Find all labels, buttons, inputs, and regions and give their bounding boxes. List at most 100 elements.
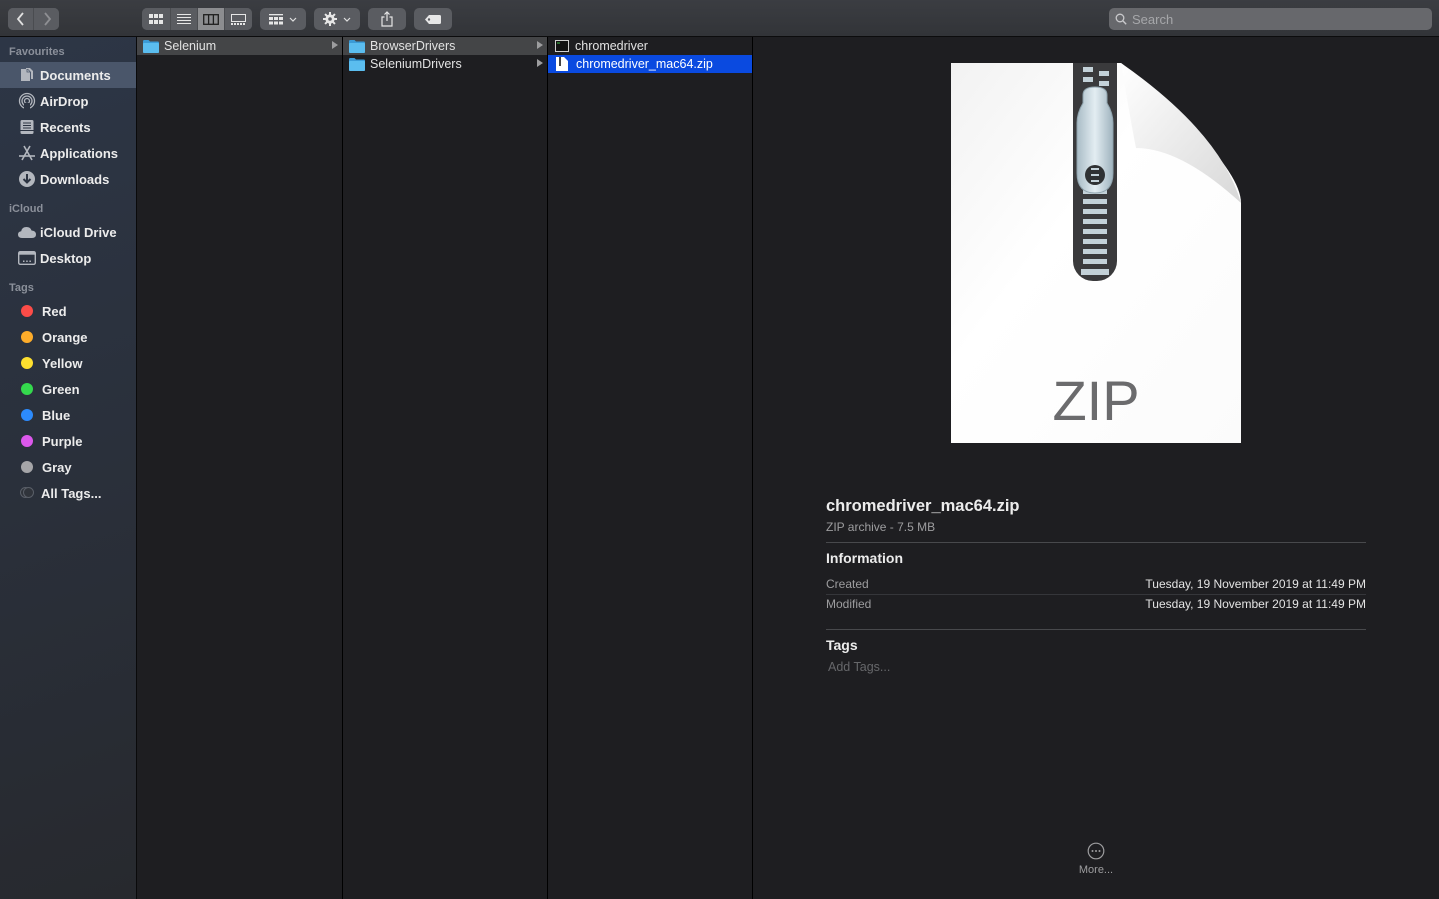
cloud-icon: [18, 223, 36, 241]
tag-color-dot-icon: [21, 305, 33, 317]
desktop-icon: [18, 249, 36, 267]
column-item-chromedriver-mac64-zip[interactable]: chromedriver_mac64.zip: [548, 55, 752, 73]
column-item-selenium[interactable]: Selenium: [137, 37, 342, 55]
forward-button[interactable]: [33, 8, 59, 30]
sidebar-item-label: Desktop: [40, 250, 92, 266]
sidebar-section-favourites: Favourites: [9, 46, 65, 58]
sidebar-section-icloud: iCloud: [9, 203, 44, 215]
info-key: Created: [826, 577, 869, 591]
all-tags-icon: [20, 487, 34, 499]
tag-icon: [425, 14, 441, 24]
preview-kind-size: ZIP archive - 7.5 MB: [826, 520, 936, 534]
sidebar-item-label: iCloud Drive: [40, 224, 117, 240]
info-key: Modified: [826, 597, 872, 611]
zip-icon-label: ZIP: [1052, 369, 1139, 432]
sidebar-item-label: Orange: [42, 329, 88, 345]
icon-view-button[interactable]: [142, 8, 170, 30]
sidebar-item-label: Recents: [40, 119, 91, 135]
back-button[interactable]: [8, 8, 33, 30]
chevron-down-icon: [289, 17, 297, 22]
sidebar-item-all-tags[interactable]: All Tags...: [0, 480, 136, 506]
chevron-right-icon: [43, 12, 51, 26]
column-item-seleniumdrivers[interactable]: SeleniumDrivers: [343, 55, 547, 73]
folder-icon: [143, 39, 159, 53]
column-item-browserdrivers[interactable]: BrowserDrivers: [343, 37, 547, 55]
sidebar-item-label: Blue: [42, 407, 71, 423]
sidebar-item-label: All Tags...: [41, 485, 102, 501]
more-button[interactable]: More...: [1071, 842, 1121, 876]
sidebar-item-tag-blue[interactable]: Blue: [0, 402, 136, 428]
preview-pane: ZIP chromedriver_mac64.zip ZIP archive -…: [753, 37, 1439, 899]
column-item-label: chromedriver: [575, 39, 648, 53]
grid-icon: [149, 14, 163, 24]
group-by-button[interactable]: [260, 8, 306, 30]
documents-icon: [18, 66, 36, 84]
tags-heading: Tags: [826, 637, 858, 653]
sidebar-item-label: Gray: [42, 459, 72, 475]
list-icon: [177, 14, 191, 24]
gallery-icon: [231, 13, 246, 25]
disclosure-arrow-icon: [537, 41, 543, 49]
action-menu-button[interactable]: [314, 8, 360, 30]
sidebar-item-recents[interactable]: Recents: [0, 114, 136, 140]
folder-icon: [349, 39, 365, 53]
column-item-label: chromedriver_mac64.zip: [576, 57, 713, 71]
applications-icon: [18, 144, 36, 162]
sidebar-item-label: Purple: [42, 433, 83, 449]
search-field[interactable]: [1109, 8, 1432, 30]
view-mode-switcher: [142, 8, 252, 30]
sidebar-item-applications[interactable]: Applications: [0, 140, 136, 166]
tag-color-dot-icon: [21, 383, 33, 395]
toolbar: [0, 0, 1439, 37]
columns-icon: [203, 13, 219, 25]
sidebar-item-tag-gray[interactable]: Gray: [0, 454, 136, 480]
divider: [826, 542, 1366, 543]
sidebar-item-documents[interactable]: Documents: [0, 62, 136, 88]
info-value: Tuesday, 19 November 2019 at 11:49 PM: [1145, 577, 1366, 591]
information-heading: Information: [826, 550, 903, 566]
tags-button[interactable]: [414, 8, 452, 30]
column-item-label: SeleniumDrivers: [370, 57, 462, 71]
sidebar-item-label: Applications: [40, 145, 119, 161]
sidebar-item-airdrop[interactable]: AirDrop: [0, 88, 136, 114]
sidebar-section-tags: Tags: [9, 282, 34, 294]
column-view-button[interactable]: [197, 8, 224, 30]
preview-file-name: chromedriver_mac64.zip: [826, 497, 1020, 515]
column-item-chromedriver[interactable]: chromedriver: [548, 37, 752, 55]
sidebar-item-downloads[interactable]: Downloads: [0, 166, 136, 192]
zip-file-icon: [556, 57, 568, 71]
add-tags-input[interactable]: [828, 660, 1028, 674]
info-row-modified: Modified Tuesday, 19 November 2019 at 11…: [826, 594, 1366, 614]
sidebar: Favourites Documents AirDrop Recents App…: [0, 37, 137, 899]
sidebar-item-tag-green[interactable]: Green: [0, 376, 136, 402]
search-input[interactable]: [1132, 11, 1412, 27]
chevron-down-icon: [343, 17, 351, 22]
share-icon: [381, 11, 393, 27]
tag-color-dot-icon: [21, 409, 33, 421]
disclosure-arrow-icon: [332, 41, 338, 49]
zip-document-icon: ZIP: [951, 63, 1241, 443]
airdrop-icon: [18, 92, 36, 110]
divider: [826, 629, 1366, 630]
sidebar-item-label: Green: [42, 381, 80, 397]
sidebar-item-desktop[interactable]: Desktop: [0, 245, 136, 271]
sidebar-item-tag-yellow[interactable]: Yellow: [0, 350, 136, 376]
executable-icon: [555, 40, 569, 52]
sidebar-item-label: Yellow: [42, 355, 83, 371]
sidebar-item-tag-orange[interactable]: Orange: [0, 324, 136, 350]
sidebar-item-tag-red[interactable]: Red: [0, 298, 136, 324]
tag-color-dot-icon: [21, 435, 33, 447]
sidebar-item-tag-purple[interactable]: Purple: [0, 428, 136, 454]
list-view-button[interactable]: [170, 8, 197, 30]
sidebar-item-icloud-drive[interactable]: iCloud Drive: [0, 219, 136, 245]
gallery-view-button[interactable]: [224, 8, 252, 30]
column-item-label: Selenium: [164, 39, 217, 53]
sidebar-item-label: Documents: [40, 67, 111, 83]
folder-icon: [349, 57, 365, 71]
share-button[interactable]: [368, 8, 406, 30]
group-grid-icon: [269, 13, 283, 24]
browser-column-1: Selenium: [137, 37, 343, 899]
gear-icon: [323, 12, 337, 26]
navigation-buttons: [8, 8, 59, 30]
tag-color-dot-icon: [21, 461, 33, 473]
